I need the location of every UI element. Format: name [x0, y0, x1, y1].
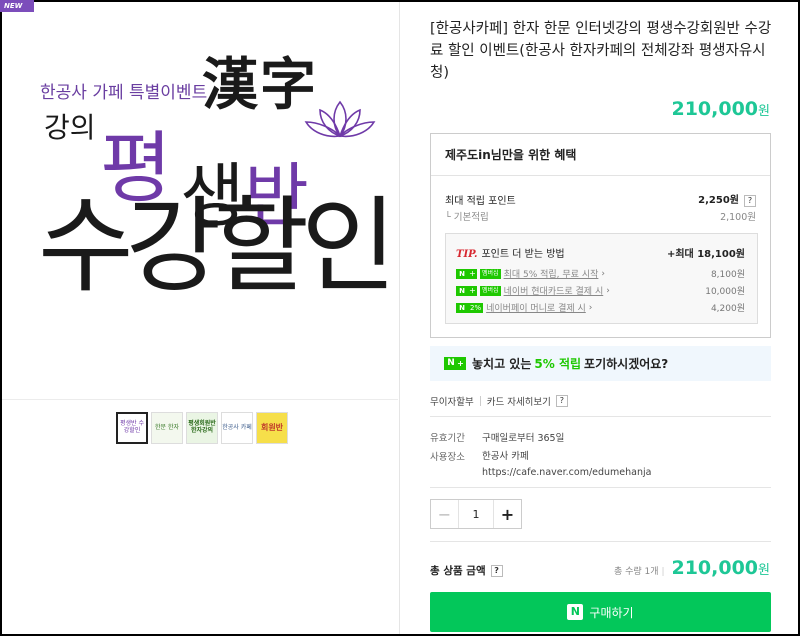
chevron-right-icon: › — [606, 285, 610, 296]
basic-points-label: └ 기본적립 — [445, 212, 489, 223]
banner-pre: 놓치고 있는 — [472, 357, 532, 371]
npay-icon: N — [456, 268, 468, 279]
price-currency: 원 — [758, 104, 770, 119]
installment-row: 무이자할부 카드 자세히보기 ? — [430, 394, 568, 408]
tip-row-left: N 2% 네이버페이 머니로 결제 시 › — [456, 301, 592, 314]
thumbnail-strip: 평생반 수강할인 한문 한자 평생회원반 한자강의 한공사 카페 회원반 — [116, 412, 288, 444]
price-value: 210,000 — [671, 98, 759, 120]
naverplus-banner[interactable]: N + 놓치고 있는 5% 적립 포기하시겠어요? — [430, 346, 771, 381]
card-detail-link[interactable]: 카드 자세히보기 — [487, 394, 551, 408]
buy-button[interactable]: N 구매하기 — [430, 592, 771, 632]
location-row: 사용장소 한공사 카페 https://cafe.naver.com/edume… — [430, 449, 651, 481]
benefit-box: 제주도in님만을 위한 혜택 최대 적립 포인트 2,250원? └ 기본적립 … — [430, 133, 771, 338]
help-icon[interactable]: ? — [744, 195, 756, 207]
thumbnail-5[interactable]: 회원반 — [256, 412, 288, 444]
validity-label: 유효기간 — [430, 430, 482, 444]
npay-icon: N — [456, 285, 468, 296]
tip-row-left: N + 멤버십 네이버 현대카드로 결제 시 › — [456, 284, 610, 297]
installment-label: 무이자할부 — [430, 397, 474, 408]
percent-badge: 2% — [468, 302, 484, 313]
tip-link[interactable]: 최대 5% 적립, 무료 시작 — [504, 267, 599, 280]
plus-icon: + — [455, 357, 466, 370]
poster-subtitle: 한공사 가페 특별이벤트 — [40, 83, 208, 103]
thumbnail-4[interactable]: 한공사 카페 — [221, 412, 253, 444]
tip-total: +최대 18,100원 — [666, 249, 745, 260]
quantity-stepper: − 1 + — [430, 499, 522, 529]
tip-header: TIP. 포인트 더 받는 방법 +최대 18,100원 — [456, 245, 745, 260]
membership-badge: 멤버십 — [480, 285, 501, 296]
tip-row-left: N + 멤버십 최대 5% 적립, 무료 시작 › — [456, 267, 605, 280]
validity-label-text: 유효기간 — [430, 433, 465, 444]
naver-n-icon: N — [567, 604, 584, 620]
help-icon[interactable]: ? — [490, 564, 503, 577]
total-label-wrap: 총 상품 금액? — [430, 563, 503, 578]
chevron-right-icon: › — [601, 268, 605, 279]
poster-discount: 수강할인 — [38, 185, 397, 307]
validity-row: 유효기간 구매일로부터 365일 — [430, 430, 564, 444]
divider — [479, 396, 481, 406]
plus-icon: + — [468, 285, 477, 296]
max-points-row: 최대 적립 포인트 2,250원? — [445, 191, 756, 207]
tip-label: TIP. — [456, 249, 478, 260]
tip-value: 10,000원 — [705, 287, 745, 297]
divider-line — [430, 541, 771, 542]
validity-value: 구매일로부터 365일 — [482, 433, 565, 444]
product-title: [한공사카페] 한자 한문 인터넷강의 평생수강회원반 수강료 할인 이벤트(한… — [430, 21, 772, 81]
banner-post: 포기하시겠어요? — [584, 357, 669, 371]
location-url[interactable]: https://cafe.naver.com/edumehanja — [482, 465, 651, 481]
total-label: 총 상품 금액 — [430, 565, 486, 577]
max-points-label: 최대 적립 포인트 — [445, 195, 516, 207]
poster-hanja: 漢字 — [202, 52, 318, 118]
location-values: 한공사 카페 https://cafe.naver.com/edumehanja — [482, 449, 651, 481]
product-main-image[interactable]: 漢字 한공사 가페 특별이벤트 강의 평 생반 수강할인 — [2, 2, 398, 400]
membership-badge: 멤버십 — [480, 268, 501, 279]
chevron-right-icon: › — [588, 302, 593, 313]
banner-highlight: 5% 적립 — [534, 357, 582, 371]
thumbnail-3[interactable]: 평생회원반 한자강의 — [186, 412, 218, 444]
tip-title: TIP. 포인트 더 받는 방법 — [456, 245, 565, 260]
tip-row-1[interactable]: N + 멤버십 최대 5% 적립, 무료 시작 › 8,100원 — [456, 267, 745, 280]
location-label-text: 사용장소 — [430, 452, 465, 463]
plus-icon: + — [468, 268, 477, 279]
thumbnail-2[interactable]: 한문 한자 — [151, 412, 183, 444]
thumbnail-1[interactable]: 평생반 수강할인 — [116, 412, 148, 444]
basic-points-value: 2,100원 — [720, 212, 756, 223]
tip-text: 포인트 더 받는 방법 — [481, 249, 565, 260]
tip-value: 8,100원 — [710, 270, 745, 280]
benefit-heading: 제주도in님만을 위한 혜택 — [431, 134, 770, 176]
increase-button[interactable]: + — [493, 500, 521, 528]
tip-box: TIP. 포인트 더 받는 방법 +최대 18,100원 N + 멤버십 최대 5% 적… — [445, 233, 758, 324]
quantity-input[interactable]: 1 — [459, 500, 493, 528]
buy-button-label: 구매하기 — [589, 605, 634, 620]
decrease-button[interactable]: − — [431, 500, 459, 528]
max-points-value-wrap: 2,250원? — [698, 191, 756, 207]
tip-link[interactable]: 네이버 현대카드로 결제 시 — [504, 284, 604, 297]
npay-icon: N — [456, 302, 468, 313]
total-price-currency: 원 — [758, 563, 770, 578]
total-price-value: 210,000 — [671, 557, 759, 579]
poster-lecture: 강의 — [44, 111, 96, 144]
product-image-area: 漢字 한공사 가페 특별이벤트 강의 평 생반 수강할인 평생반 수강할인 한문… — [2, 2, 400, 634]
basic-points-row: └ 기본적립 2,100원 — [445, 209, 756, 223]
divider: | — [661, 567, 665, 577]
divider-line — [430, 487, 771, 488]
total-count: 총 수량 1개 | — [614, 564, 665, 577]
location-label: 사용장소 — [430, 449, 482, 463]
tip-row-2[interactable]: N + 멤버십 네이버 현대카드로 결제 시 › 10,000원 — [456, 284, 745, 297]
tip-value: 4,200원 — [710, 304, 745, 314]
lotus-icon — [304, 100, 376, 138]
max-points-value: 2,250원 — [698, 195, 739, 206]
tip-link[interactable]: 네이버페이 머니로 결제 시 — [486, 301, 586, 314]
location-name: 한공사 카페 — [482, 451, 529, 462]
divider-line — [430, 416, 771, 417]
total-price: 210,000원 — [671, 557, 770, 579]
help-icon[interactable]: ? — [555, 395, 568, 407]
total-count-text: 총 수량 1개 — [614, 567, 659, 577]
tip-row-3[interactable]: N 2% 네이버페이 머니로 결제 시 › 4,200원 — [456, 301, 745, 314]
new-badge: NEW — [0, 0, 34, 12]
basic-label-text: 기본적립 — [453, 212, 489, 223]
product-price: 210,000원 — [671, 98, 770, 120]
